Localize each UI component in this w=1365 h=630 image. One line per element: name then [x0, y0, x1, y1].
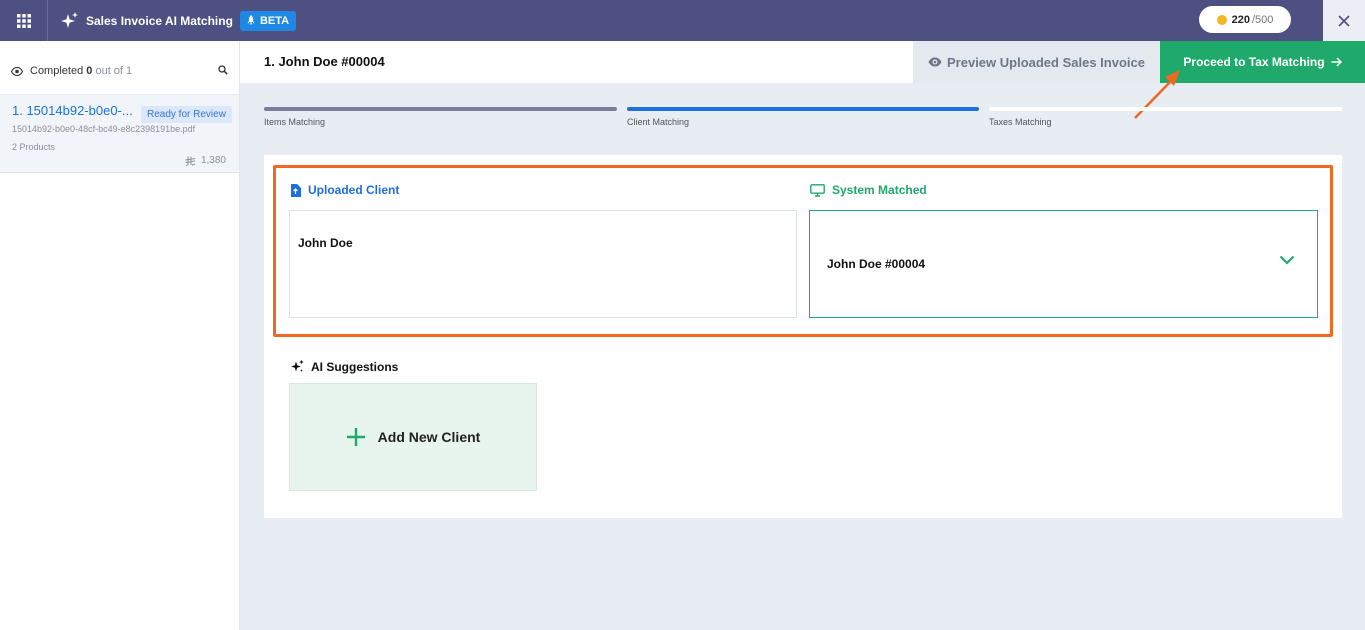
status-badge: Ready for Review: [141, 106, 232, 123]
sidebar: Completed 0 out of 1 1. 15014b92-b0e0-..…: [0, 41, 240, 630]
beta-label: BETA: [259, 14, 290, 27]
step-client-matching: Client Matching: [627, 107, 979, 127]
invoice-item-amount: 1,380: [185, 155, 226, 166]
apps-grid-button[interactable]: [0, 0, 48, 41]
add-new-client-button[interactable]: Add New Client: [289, 383, 537, 491]
uploaded-client-box: John Doe: [289, 210, 797, 318]
main-header: 1. John Doe #00004 Preview Uploaded Sale…: [240, 41, 1365, 83]
system-matched-label: System Matched: [832, 183, 927, 197]
step-bar: [264, 107, 617, 111]
top-bar: Sales Invoice AI Matching BETA 220 /500: [0, 0, 1365, 41]
eye-icon: [928, 57, 942, 67]
credits-used: 220: [1231, 13, 1250, 26]
completed-out-of: out of 1: [95, 65, 133, 77]
grid-icon: [16, 13, 31, 28]
credits-pill[interactable]: 220 /500: [1199, 6, 1291, 33]
system-matched-name: John Doe #00004: [827, 257, 926, 271]
sparkle-icon: [291, 359, 304, 372]
preview-invoice-button[interactable]: Preview Uploaded Sales Invoice: [913, 41, 1160, 83]
uploaded-client-heading: Uploaded Client: [290, 183, 399, 197]
invoice-amount-value: 1,380: [200, 155, 226, 166]
plus-icon: [346, 428, 365, 446]
file-upload-icon: [291, 183, 301, 197]
close-icon: [1338, 14, 1350, 27]
ai-suggestions-heading: AI Suggestions: [290, 359, 398, 374]
step-label: Client Matching: [627, 117, 690, 127]
app-title: Sales Invoice AI Matching: [86, 13, 233, 28]
coin-icon: [1216, 14, 1227, 25]
rocket-icon: [247, 15, 255, 26]
step-taxes-matching: Taxes Matching: [989, 107, 1342, 127]
sidebar-search-button[interactable]: [218, 62, 228, 80]
system-matched-heading: System Matched: [810, 183, 927, 197]
close-button[interactable]: [1323, 0, 1365, 41]
proceed-label: Proceed to Tax Matching: [1183, 55, 1325, 69]
sidebar-header: Completed 0 out of 1: [0, 48, 239, 95]
search-icon: [218, 65, 228, 75]
proceed-tax-matching-button[interactable]: Proceed to Tax Matching: [1160, 41, 1365, 83]
monitor-icon: [810, 183, 825, 197]
uploaded-client-name: John Doe: [298, 236, 353, 250]
beta-badge: BETA: [239, 10, 297, 31]
step-bar: [989, 107, 1342, 111]
chevron-down-icon: [1279, 255, 1295, 265]
currency-icon: [185, 156, 196, 166]
completed-status: Completed 0 out of 1: [30, 65, 132, 77]
arrow-right-icon: [1331, 57, 1342, 67]
step-bar: [627, 107, 979, 111]
add-new-client-label: Add New Client: [377, 429, 481, 445]
ai-suggestions-label: AI Suggestions: [311, 359, 399, 374]
invoice-item-products: 2 Products: [12, 142, 56, 152]
credits-total: /500: [1251, 13, 1274, 26]
step-label: Items Matching: [264, 117, 326, 127]
step-label: Taxes Matching: [989, 117, 1052, 127]
step-items-matching: Items Matching: [264, 107, 617, 127]
invoice-list-item[interactable]: 1. 15014b92-b0e0-... Ready for Review 15…: [0, 95, 239, 173]
preview-invoice-label: Preview Uploaded Sales Invoice: [947, 54, 1145, 70]
eye-icon: [11, 66, 23, 76]
invoice-item-file: 15014b92-b0e0-48cf-bc49-e8c2398191be.pdf: [12, 124, 196, 134]
sparkle-icon: [61, 11, 78, 28]
completed-label: Completed: [30, 65, 84, 77]
completed-count: 0: [86, 65, 93, 77]
app-title-group: Sales Invoice AI Matching BETA: [60, 10, 297, 31]
page-title: 1. John Doe #00004: [264, 54, 385, 69]
uploaded-client-label: Uploaded Client: [308, 183, 400, 197]
system-matched-dropdown[interactable]: John Doe #00004: [809, 210, 1318, 318]
